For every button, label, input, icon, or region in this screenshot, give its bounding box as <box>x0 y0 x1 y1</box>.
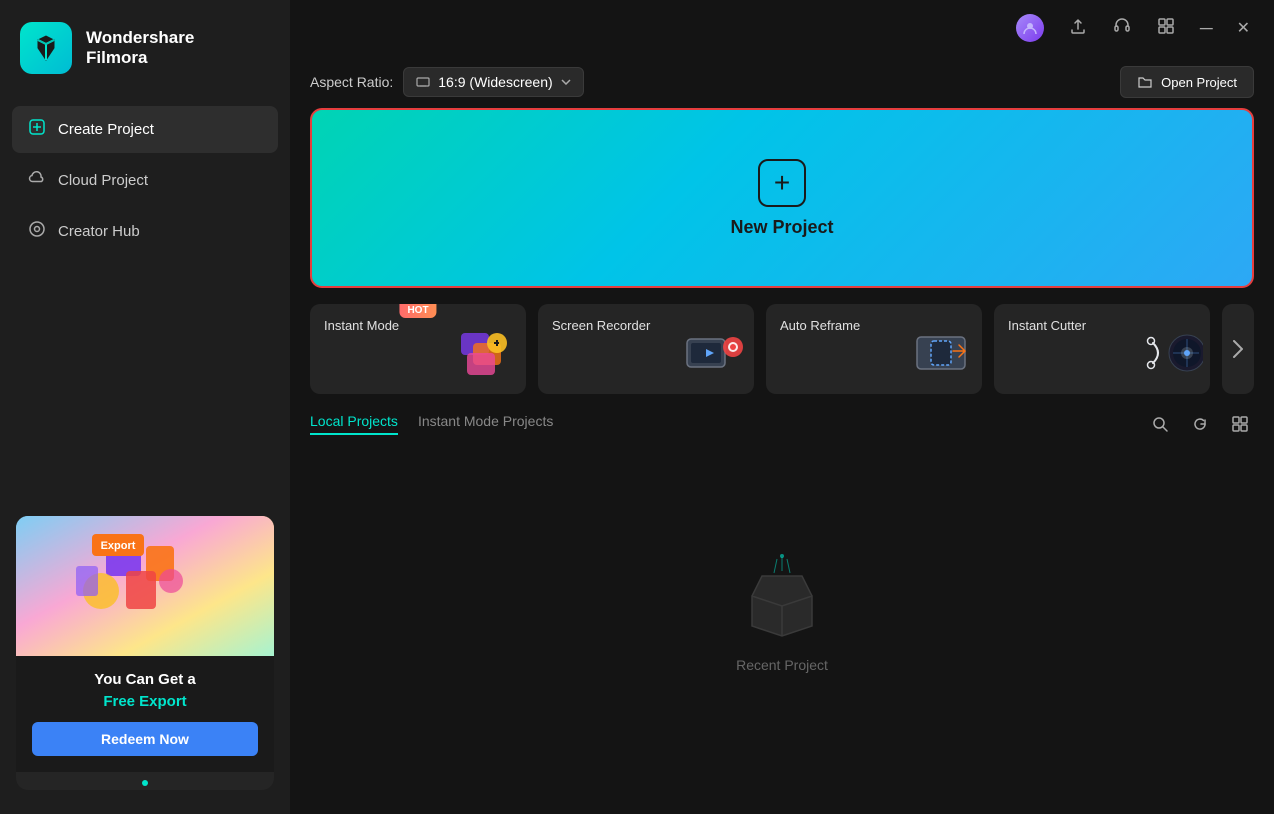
ad-subtitle: Free Export <box>32 693 258 710</box>
aspect-ratio-dropdown[interactable]: 16:9 (Widescreen) <box>403 67 583 97</box>
auto-reframe-icon <box>906 323 976 388</box>
empty-state: Recent Project <box>290 450 1274 814</box>
minimize-button[interactable]: ─ <box>1196 14 1217 43</box>
ad-title: You Can Get a <box>32 670 258 690</box>
app-logo: Wondershare Filmora <box>0 0 290 96</box>
app-name-line2: Filmora <box>86 48 194 68</box>
feature-card-screen-recorder[interactable]: Screen Recorder <box>538 304 754 394</box>
open-project-button[interactable]: Open Project <box>1120 66 1254 98</box>
ad-banner: Export You Can Get a Free Export Redeem … <box>16 516 274 791</box>
ad-dots <box>16 772 274 790</box>
headset-icon[interactable] <box>1108 12 1136 45</box>
search-projects-button[interactable] <box>1146 410 1174 438</box>
instant-mode-projects-label: Instant Mode Projects <box>418 413 553 429</box>
dot-1 <box>142 780 148 786</box>
sidebar-navigation: Create Project Cloud Project Creator Hub <box>0 96 290 265</box>
sidebar-item-cloud-project[interactable]: Cloud Project <box>12 157 278 204</box>
grid-view-button[interactable] <box>1226 410 1254 438</box>
app-name-line1: Wondershare <box>86 28 194 48</box>
more-features-button[interactable] <box>1222 304 1254 394</box>
tab-local-projects[interactable]: Local Projects <box>310 413 398 435</box>
create-project-icon <box>28 118 46 141</box>
monitor-icon <box>416 77 430 87</box>
feature-card-auto-reframe[interactable]: Auto Reframe <box>766 304 982 394</box>
svg-text:Export: Export <box>101 540 136 552</box>
upload-icon[interactable] <box>1064 12 1092 45</box>
ad-image: Export <box>16 516 274 656</box>
instant-cutter-icon <box>1134 323 1204 388</box>
user-avatar[interactable] <box>1016 14 1044 42</box>
new-project-label: New Project <box>730 217 833 238</box>
local-projects-label: Local Projects <box>310 413 398 429</box>
aspect-ratio-label: Aspect Ratio: <box>310 74 393 90</box>
ad-redeem-button[interactable]: Redeem Now <box>32 722 258 756</box>
dropdown-chevron <box>561 79 571 85</box>
folder-icon <box>1137 74 1153 90</box>
cloud-icon <box>28 169 46 192</box>
empty-label: Recent Project <box>736 657 828 673</box>
hot-badge: HOT <box>399 304 436 318</box>
new-project-banner[interactable]: + New Project <box>310 108 1254 288</box>
sidebar-item-creator-hub[interactable]: Creator Hub <box>12 208 278 255</box>
close-button[interactable]: ✕ <box>1233 14 1254 42</box>
feature-cards-row: HOT Instant Mode Screen Recorder <box>290 304 1274 394</box>
tab-instant-mode-projects[interactable]: Instant Mode Projects <box>418 413 553 435</box>
app-name: Wondershare Filmora <box>86 28 194 69</box>
projects-tabs: Local Projects Instant Mode Projects <box>310 413 553 435</box>
aspect-ratio-section: Aspect Ratio: 16:9 (Widescreen) <box>310 67 584 97</box>
header-row: Aspect Ratio: 16:9 (Widescreen) Open Pro… <box>290 56 1274 108</box>
new-project-plus-icon: + <box>758 159 806 207</box>
ad-decoration: Export <box>16 516 274 656</box>
sidebar: Wondershare Filmora Create Project Cloud… <box>0 0 290 814</box>
ad-content: You Can Get a Free Export Redeem Now <box>16 656 274 773</box>
creator-hub-icon <box>28 220 46 243</box>
feature-card-instant-cutter[interactable]: Instant Cutter <box>994 304 1210 394</box>
sidebar-item-create-project[interactable]: Create Project <box>12 106 278 153</box>
sidebar-item-label-create: Create Project <box>58 121 154 138</box>
avatar-icon[interactable] <box>1012 10 1048 46</box>
sidebar-item-label-creator: Creator Hub <box>58 223 140 240</box>
feature-card-instant-mode[interactable]: HOT Instant Mode <box>310 304 526 394</box>
plus-symbol: + <box>774 167 790 199</box>
app-logo-icon <box>20 22 72 74</box>
refresh-projects-button[interactable] <box>1186 410 1214 438</box>
screen-recorder-icon <box>678 323 748 388</box>
instant-mode-icon <box>450 323 520 388</box>
title-bar: ─ ✕ <box>290 0 1274 56</box>
sidebar-item-label-cloud: Cloud Project <box>58 172 148 189</box>
projects-actions <box>1146 410 1254 438</box>
main-content: ─ ✕ Aspect Ratio: 16:9 (Widescreen) Open… <box>290 0 1274 814</box>
projects-header: Local Projects Instant Mode Projects <box>290 410 1274 450</box>
empty-box-icon <box>732 551 832 641</box>
aspect-ratio-value: 16:9 (Widescreen) <box>438 74 552 90</box>
open-project-label: Open Project <box>1161 75 1237 90</box>
grid-layout-icon[interactable] <box>1152 12 1180 45</box>
